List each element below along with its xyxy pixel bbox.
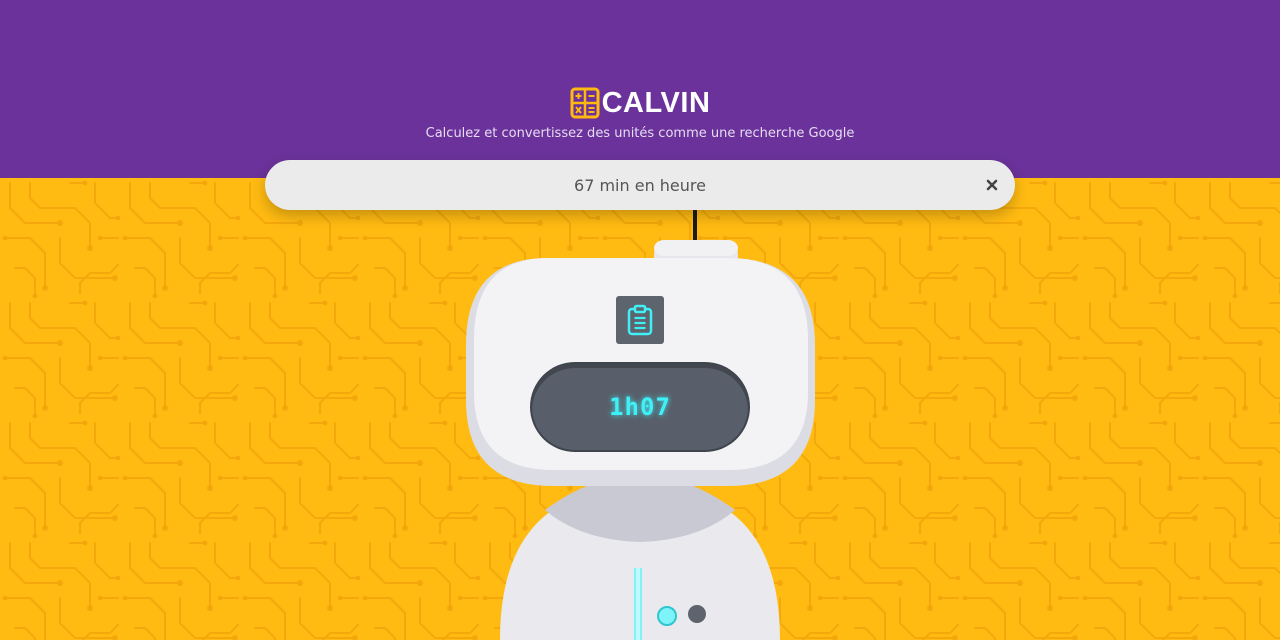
clipboard-icon bbox=[627, 304, 653, 336]
close-icon bbox=[986, 179, 998, 191]
search-input[interactable] bbox=[325, 160, 955, 210]
calculator-icon bbox=[570, 87, 600, 119]
search-bar bbox=[265, 160, 1015, 210]
app-logo: CALVIN bbox=[0, 86, 1280, 120]
clear-search-button[interactable] bbox=[979, 172, 1005, 198]
copy-result-button[interactable] bbox=[616, 296, 664, 344]
app-title: CALVIN bbox=[601, 87, 711, 119]
result-value: 1h07 bbox=[609, 393, 671, 421]
app-tagline: Calculez et convertissez des unités comm… bbox=[425, 126, 855, 141]
result-display: 1h07 bbox=[532, 364, 748, 450]
